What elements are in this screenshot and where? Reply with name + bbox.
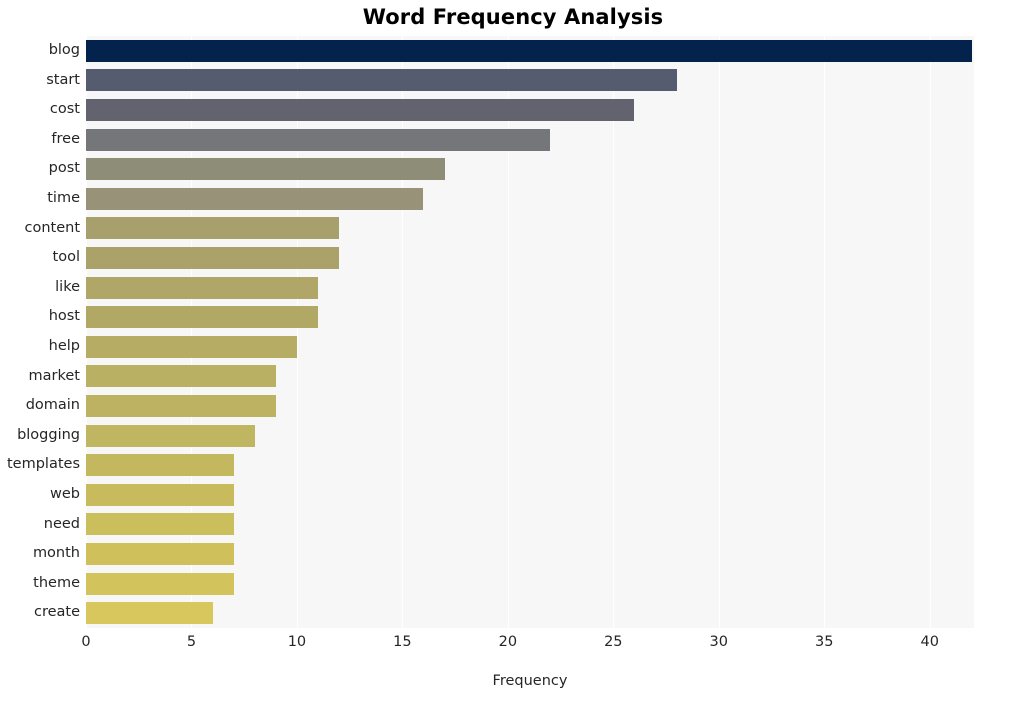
bar[interactable] — [86, 572, 234, 595]
bar-row[interactable] — [86, 184, 974, 214]
y-tick-label: web — [50, 486, 80, 502]
page-title: Word Frequency Analysis — [362, 5, 664, 29]
y-tick-label: content — [24, 219, 80, 236]
y-tick-label: cost — [49, 101, 80, 118]
x-tick-label: 25 — [604, 634, 623, 650]
bar[interactable] — [86, 602, 213, 625]
bar-row[interactable] — [86, 302, 974, 332]
plot-area — [86, 36, 974, 628]
x-tick-label: 0 — [81, 634, 91, 650]
bar-row[interactable] — [86, 243, 974, 273]
y-axis: blog start cost free post time content tool like… — [0, 36, 80, 628]
y-tick-label: tool — [52, 249, 80, 266]
bar-series — [86, 36, 974, 628]
bar-row[interactable] — [86, 569, 974, 599]
bar-row[interactable] — [86, 598, 974, 628]
x-tick-label: 15 — [393, 634, 412, 650]
x-axis: 0 5 10 15 20 25 30 35 40 — [81, 628, 974, 668]
bar[interactable] — [86, 187, 424, 210]
bar[interactable] — [86, 128, 551, 151]
bar-row[interactable] — [86, 539, 974, 569]
bar[interactable] — [86, 98, 635, 121]
bar-row[interactable] — [86, 273, 974, 303]
y-tick-label: host — [48, 308, 80, 325]
y-tick-label: theme — [33, 574, 80, 591]
bar-row[interactable] — [86, 125, 974, 155]
bar[interactable] — [86, 542, 234, 565]
bar[interactable] — [86, 424, 255, 447]
y-tick-label: blogging — [17, 426, 80, 443]
y-tick-label: create — [33, 604, 80, 621]
chart-figure: Word Frequency Analysis blog start cost fre… — [0, 0, 1026, 701]
bar-row[interactable] — [86, 391, 974, 421]
bar-row[interactable] — [86, 362, 974, 392]
y-tick-label: templates — [6, 456, 80, 473]
bar-row[interactable] — [86, 36, 974, 66]
bar-row[interactable] — [86, 480, 974, 510]
y-tick-label: blog — [48, 42, 80, 58]
y-tick-label: post — [48, 160, 80, 177]
y-tick-label: free — [51, 130, 80, 147]
y-tick-label: market — [28, 367, 80, 384]
bar[interactable] — [86, 39, 972, 62]
bar[interactable] — [86, 246, 340, 269]
y-tick-label: month — [32, 545, 80, 562]
bar[interactable] — [86, 365, 276, 388]
y-tick-label: help — [48, 338, 80, 354]
y-tick-label: time — [47, 190, 80, 206]
y-tick-label: start — [46, 71, 80, 88]
bar[interactable] — [86, 394, 276, 417]
x-tick-label: 20 — [498, 634, 518, 650]
bar-row[interactable] — [86, 332, 974, 362]
bar[interactable] — [86, 158, 445, 181]
bar[interactable] — [86, 335, 297, 358]
bar-row[interactable] — [86, 450, 974, 480]
x-tick-label: 40 — [920, 634, 939, 650]
bar[interactable] — [86, 217, 340, 240]
x-tick-label: 30 — [709, 634, 728, 650]
x-tick-label: 10 — [287, 634, 307, 650]
bar-row[interactable] — [86, 421, 974, 451]
bar[interactable] — [86, 276, 319, 299]
bar[interactable] — [86, 513, 234, 536]
y-tick-label: domain — [25, 397, 80, 414]
y-tick-label: need — [43, 515, 80, 532]
bar[interactable] — [86, 306, 319, 329]
bar[interactable] — [86, 69, 677, 92]
bar-row[interactable] — [86, 214, 974, 244]
x-tick-label: 5 — [186, 634, 197, 650]
bar-row[interactable] — [86, 95, 974, 125]
bar[interactable] — [86, 483, 234, 506]
x-axis-label: Frequency — [492, 673, 568, 689]
y-tick-label: like — [55, 278, 80, 295]
bar-row[interactable] — [86, 66, 974, 96]
bar-row[interactable] — [86, 510, 974, 540]
bar-row[interactable] — [86, 154, 974, 184]
x-tick-label: 35 — [815, 634, 834, 650]
bar[interactable] — [86, 454, 234, 477]
